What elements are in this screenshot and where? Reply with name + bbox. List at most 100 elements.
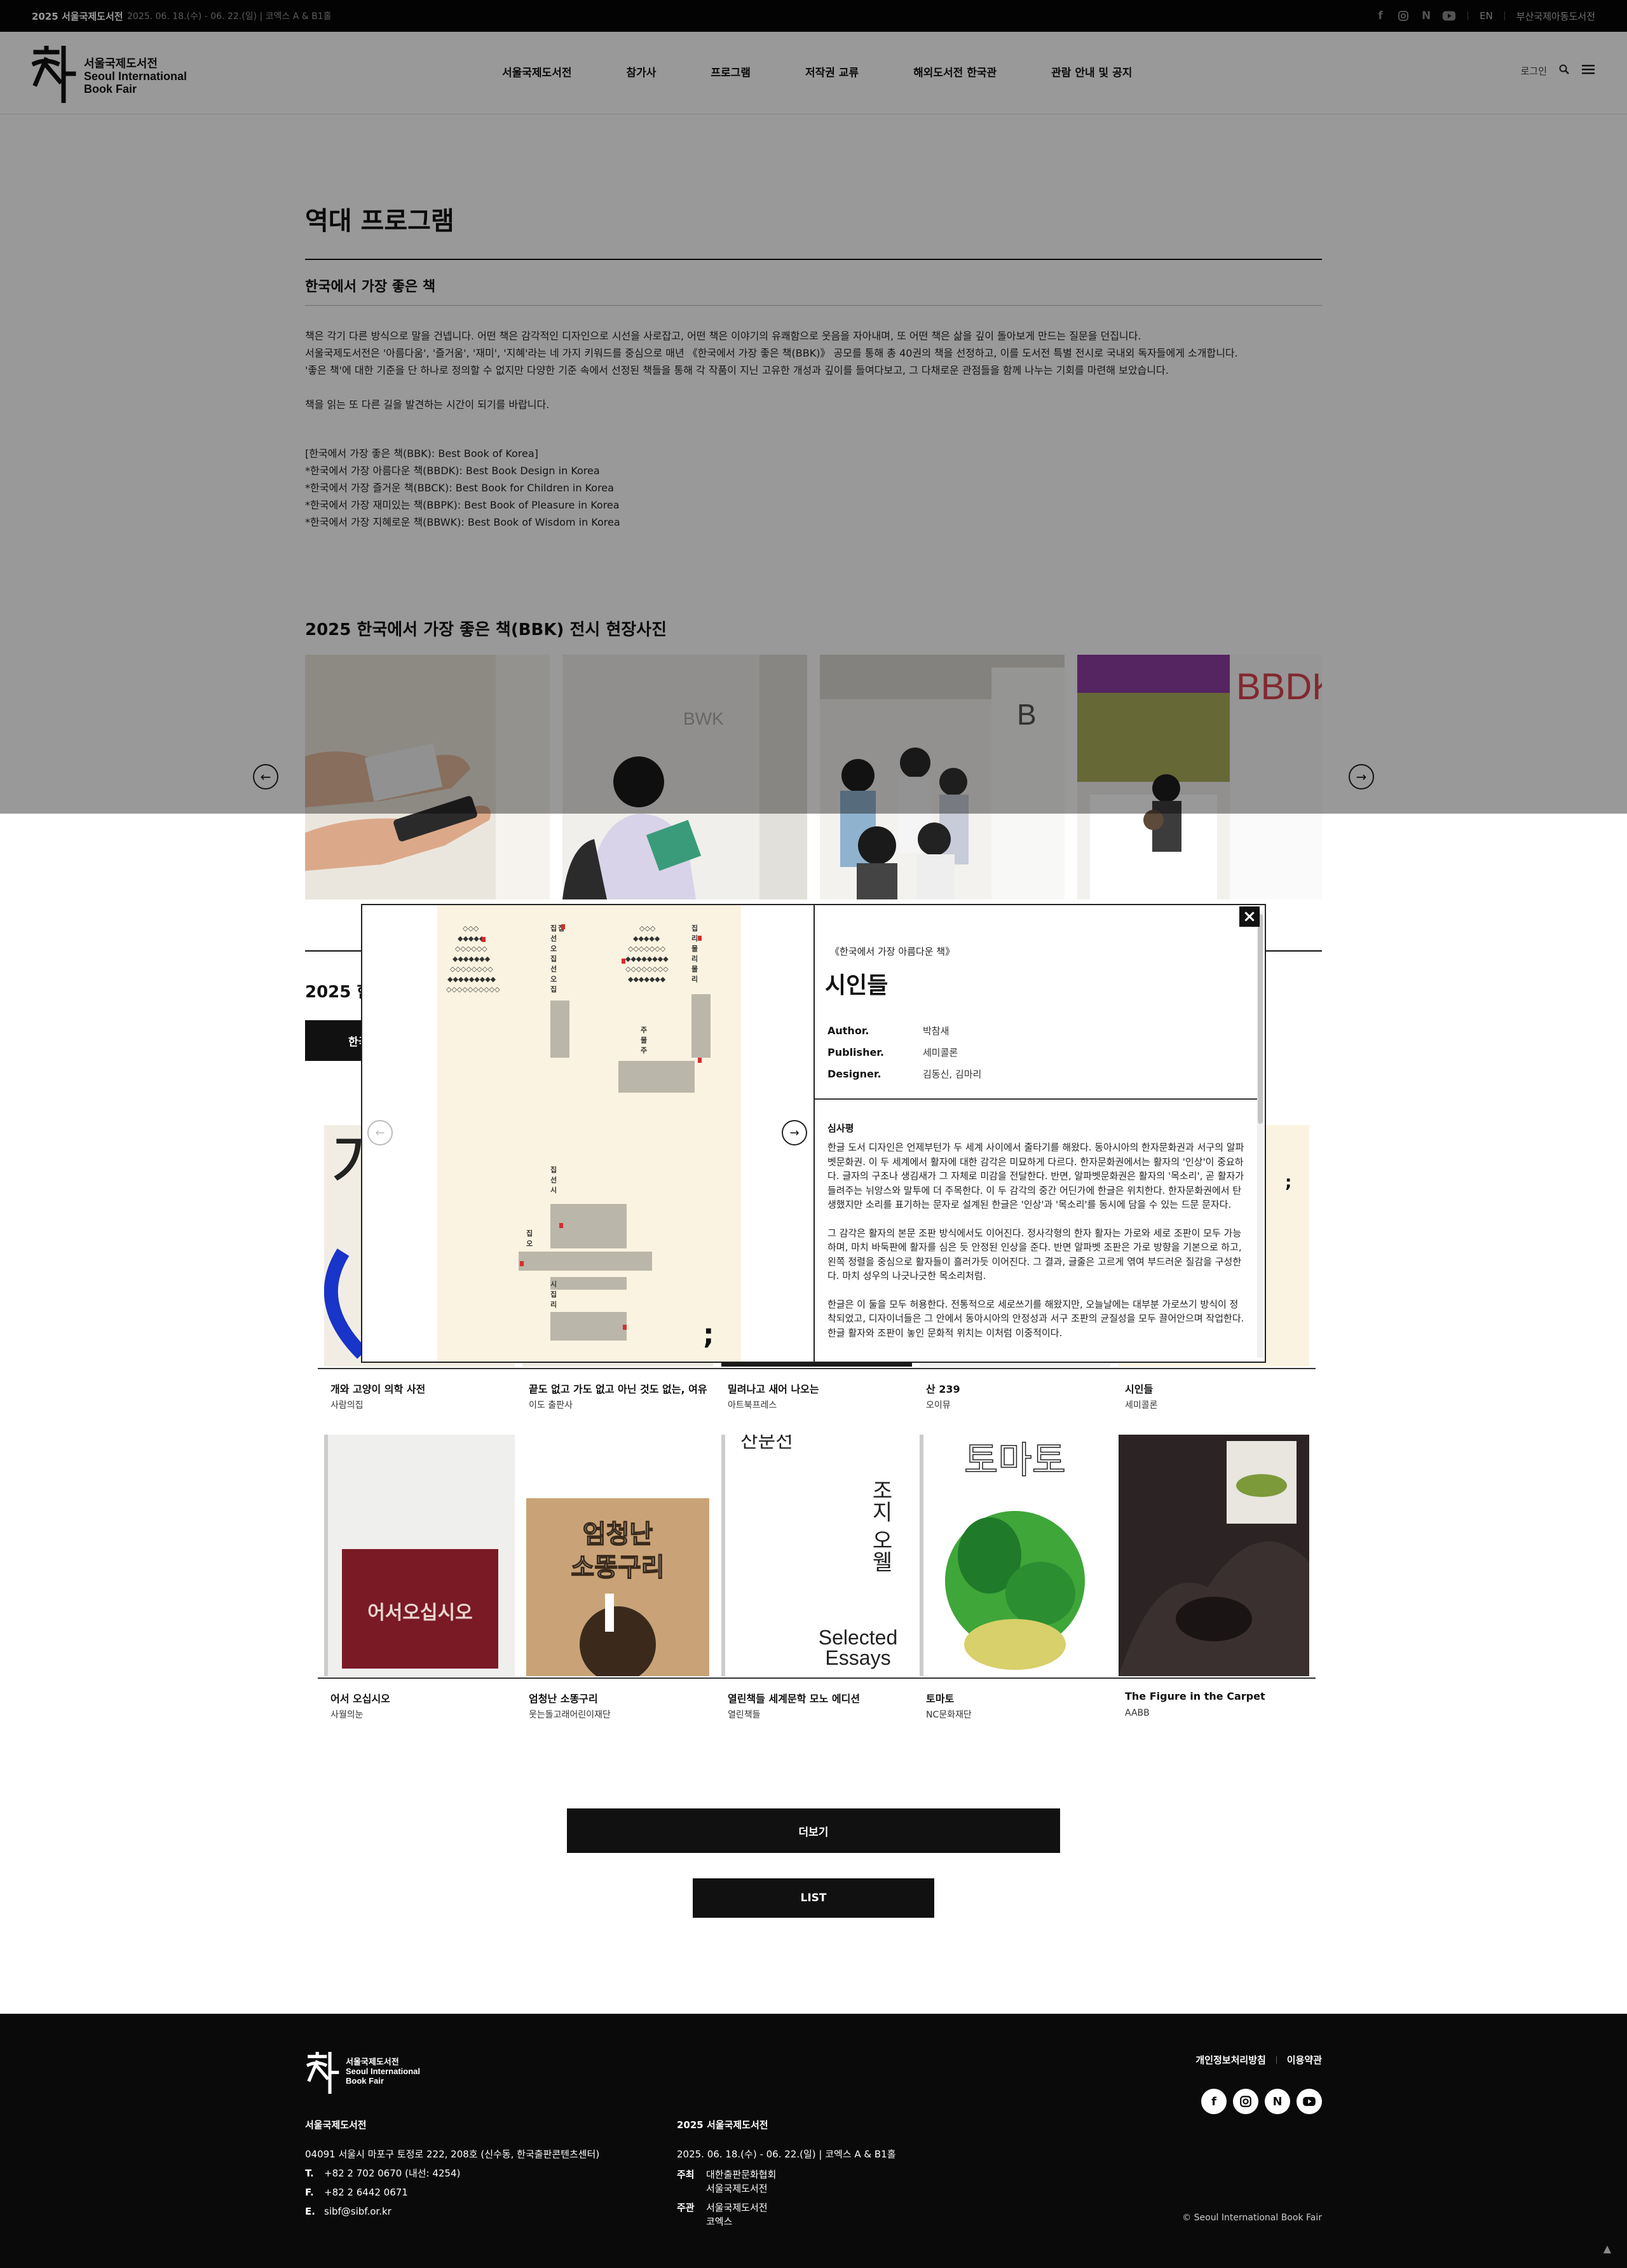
svg-text:◆◆◆◆◆◆◆◆: ◆◆◆◆◆◆◆◆ [625, 955, 669, 963]
load-more-button[interactable]: 더보기 [567, 1808, 1060, 1853]
book-glyph: 오 [550, 945, 557, 953]
facebook-icon[interactable]: f [1201, 2089, 1227, 2114]
book-publisher: 아트북프레스 [728, 1400, 777, 1411]
footer-fax: +82 2 6442 0671 [324, 2187, 408, 2198]
card-divider [1112, 1368, 1316, 1369]
host-name: 대한출판문화협회 [706, 2169, 777, 2180]
review-paragraph: 한글은 이 둘을 모두 허용한다. 전통적으로 세로쓰기를 해왔지만, 오늘날에… [827, 1298, 1244, 1339]
book-glyph: 집 [550, 985, 557, 994]
book-cover: 산문선조지 오웰 Selected Essays [721, 1435, 912, 1676]
footer-org-heading: 서울국제도서전 [305, 2119, 367, 2131]
book-glyph: 집 [550, 1165, 557, 1174]
modal-book-title: 시인들 [825, 973, 888, 999]
book-title: 어서 오십시오 [330, 1693, 390, 1705]
card-divider [913, 1368, 1117, 1369]
book-title: 산 239 [926, 1383, 960, 1395]
site-footer: 서울국제도서전 Seoul International Book Fair 개인… [0, 2014, 1627, 2268]
modal-info-pane: 《한국에서 가장 아름다운 책》 시인들 Author. 박참새 Publishe… [815, 905, 1266, 1362]
card-divider [715, 1677, 918, 1679]
book-publisher: NC문화재단 [926, 1710, 972, 1720]
book-meta: Author. 박참새 Publisher. 세미콜론 Designer. 김동신, … [827, 1020, 981, 1084]
privacy-policy-link[interactable]: 개인정보처리방침 [1195, 2053, 1265, 2066]
book-glyph: 집 [526, 1229, 533, 1238]
naver-icon[interactable]: N [1265, 2089, 1290, 2114]
cover-side-text: 조지 오웰 [868, 1479, 893, 1573]
footer-logo-english1: Seoul International [346, 2066, 421, 2076]
book-publisher: 열린책들 [728, 1710, 761, 1720]
book-publisher: 이도 출판사 [529, 1400, 573, 1411]
book-glyph: 집 [550, 954, 557, 963]
logo-mark-icon [306, 2051, 339, 2095]
book-cover: 어서오십시오 [324, 1435, 515, 1676]
card-divider [318, 1368, 521, 1369]
footer-event-heading: 2025 서울국제도서전 [677, 2119, 768, 2131]
book-publisher: 사월의눈 [330, 1710, 364, 1720]
book-glyph: 선 [550, 1175, 557, 1184]
card-divider [516, 1677, 719, 1679]
modal-backdrop[interactable] [0, 0, 1627, 814]
modal-prev-button[interactable]: ← [367, 1120, 393, 1145]
organizer-name: 코엑스 [706, 2216, 733, 2227]
book-glyph: 리 [691, 974, 698, 983]
book-glyph: 물 [641, 1036, 647, 1044]
designer-label: Designer. [827, 1067, 882, 1080]
book-glyph: 집 [691, 924, 698, 932]
cover-title-text: 산문선 [740, 1435, 793, 1452]
youtube-icon[interactable] [1297, 2089, 1322, 2114]
footer-event-date: 2025. 06. 18.(수) - 06. 22.(일) | 코엑스 A & … [677, 2148, 896, 2160]
footer-logo[interactable]: 서울국제도서전 Seoul International Book Fair [305, 2051, 432, 2096]
footer-social: f N [1201, 2089, 1322, 2114]
footer-org-info: 서울국제도서전 04091 서울시 마포구 토정로 222, 208호 (신수동… [305, 2115, 599, 2221]
scroll-top-icon[interactable]: ▲ [1603, 2243, 1611, 2255]
book-title: 시인들 [1125, 1383, 1154, 1395]
svg-text:◆◆◆◆◆: ◆◆◆◆◆ [458, 934, 485, 943]
modal-scrollbar[interactable] [1257, 910, 1263, 1358]
svg-text:◆◆◆◆◆: ◆◆◆◆◆ [633, 934, 660, 943]
book-title: 밀려나고 새어 나오는 [728, 1383, 819, 1395]
footer-links: 개인정보처리방침 이용약관 [1195, 2053, 1322, 2066]
book-glyph: 주 [641, 1026, 647, 1034]
book-title: The Figure in the Carpet [1125, 1690, 1265, 1702]
footer-email[interactable]: sibf@sibf.or.kr [324, 2206, 391, 2217]
svg-text:◇◇◇◇◇◇◇◇: ◇◇◇◇◇◇◇◇ [450, 965, 493, 973]
organizer-name: 서울국제도서전 [706, 2202, 768, 2213]
book-title: 열린책들 세계문학 모노 에디션 [728, 1693, 861, 1705]
author-value: 박참새 [923, 1025, 950, 1037]
card-divider [516, 1368, 719, 1369]
book-cover: 토마토 [920, 1435, 1110, 1676]
book-category: 《한국에서 가장 아름다운 책》 [830, 946, 955, 957]
book-cover: 엄청난 소똥구리 [522, 1435, 713, 1676]
book-publisher: 세미콜론 [1125, 1400, 1158, 1411]
book-glyph: 주 [641, 1046, 647, 1055]
svg-text:◆◆◆◆◆◆◆◆◆: ◆◆◆◆◆◆◆◆◆ [447, 975, 496, 983]
svg-text:◇◇◇◇◇◇: ◇◇◇◇◇◇ [455, 945, 487, 953]
close-icon[interactable]: × [1239, 906, 1260, 927]
book-glyph: 물 [691, 945, 698, 953]
review-paragraph: 한글 도서 디자인은 언제부턴가 두 세계 사이에서 줄타기를 해왔다. 동아시… [827, 1142, 1244, 1210]
scrollbar-thumb[interactable] [1258, 914, 1263, 1124]
terms-link[interactable]: 이용약관 [1287, 2053, 1322, 2066]
svg-text:◇◇◇◇◇◇◇: ◇◇◇◇◇◇◇ [628, 945, 666, 953]
svg-text:◆◆◆◆◆◆◆: ◆◆◆◆◆◆◆ [453, 955, 491, 963]
list-button[interactable]: LIST [693, 1878, 934, 1918]
card-divider [1112, 1677, 1316, 1679]
footer-tel: +82 2 702 0670 (내선: 4254) [324, 2168, 461, 2179]
book-publisher: AABB [1125, 1708, 1150, 1718]
host-name: 서울국제도서전 [706, 2183, 768, 2194]
designer-value: 김동신, 김마리 [923, 1068, 982, 1080]
book-glyph: ; [703, 1318, 714, 1351]
organizer-label: 주관 [677, 2202, 695, 2213]
book-glyph: 선 [550, 934, 557, 943]
review-paragraph: 그 감각은 활자의 본문 조판 방식에서도 이어진다. 정사각형의 한자 활자는… [827, 1227, 1242, 1282]
modal-next-button[interactable]: → [782, 1120, 807, 1145]
footer-logo-english2: Book Fair [346, 2076, 384, 2086]
cover-title-text: Essays [825, 1646, 890, 1669]
modal-info-divider [815, 1098, 1257, 1100]
instagram-icon[interactable] [1233, 2089, 1258, 2114]
card-divider [715, 1368, 918, 1369]
book-glyph: 오 [550, 975, 557, 983]
book-glyph: 리 [691, 954, 698, 963]
cover-title-text: Selected [819, 1626, 898, 1649]
book-title: 끝도 없고 가도 없고 아닌 것도 없는, 여유 [529, 1383, 707, 1395]
modal-image-pane: ◇◇◇ ◆◆◆◆◆ ◇◇◇◇◇◇ ◆◆◆◆◆◆◆ ◇◇◇◇◇◇◇◇ ◆◆◆◆◆◆◆◆◆ … [362, 905, 814, 1362]
